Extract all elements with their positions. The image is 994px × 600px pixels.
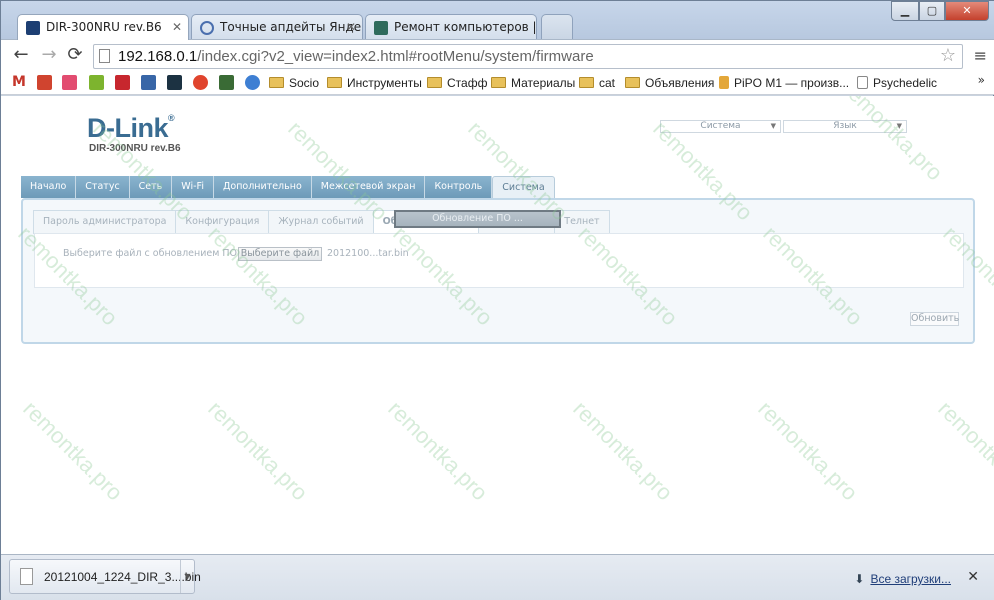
bookmark-socio[interactable]: Socio — [269, 74, 319, 92]
tab-title: Точные апдейты Яндекса — [220, 20, 362, 34]
chevron-down-icon: ▼ — [896, 122, 902, 130]
gmail-icon[interactable]: M — [12, 75, 27, 90]
grid-icon[interactable] — [115, 75, 130, 90]
tab-event-log[interactable]: Журнал событий — [268, 210, 374, 234]
language-select[interactable]: Язык ▼ — [783, 120, 907, 133]
back-arrow-icon[interactable]: ← — [9, 44, 33, 68]
selected-file-name: 2012100...tar.bin — [327, 248, 409, 259]
tab-configuration[interactable]: Конфигурация — [175, 210, 270, 234]
menu-wifi[interactable]: Wi-Fi — [172, 176, 214, 198]
file-label: Выберите файл с обновлением ПО: — [63, 248, 241, 259]
menu-firewall[interactable]: Межсетевой экран — [311, 176, 426, 198]
bookmark-icon[interactable] — [219, 75, 234, 90]
menu-system[interactable]: Система — [492, 176, 555, 198]
page-icon — [99, 49, 110, 63]
tab-remont[interactable]: Ремонт компьютеров | re — [365, 14, 537, 40]
folder-icon — [427, 77, 442, 88]
all-downloads-link[interactable]: ⬇ Все загрузки... — [854, 572, 951, 586]
watermark: remontka.pro — [753, 396, 863, 506]
gear-red-icon[interactable] — [193, 75, 208, 90]
minimize-button[interactable]: ▁ — [891, 1, 919, 21]
system-select[interactable]: Система ▼ — [660, 120, 781, 133]
dlink-favicon-icon — [26, 21, 40, 35]
folder-icon — [269, 77, 284, 88]
downloads-bar: 20121004_1224_DIR_3....bin ▼ ⬇ Все загруз… — [1, 554, 994, 600]
tab-strip: DIR-300NRU rev.B6 ✕ Точные апдейты Яндек… — [1, 1, 994, 40]
reload-icon[interactable]: ⟳ — [63, 44, 87, 68]
bookmark-icon[interactable] — [167, 75, 182, 90]
upload-circle-icon — [200, 21, 214, 35]
chevron-down-icon[interactable]: ▼ — [180, 560, 194, 593]
bookmark-cat[interactable]: cat — [579, 74, 615, 92]
router-model: DIR-300NRU rev.B6 — [89, 143, 181, 154]
close-tab-icon[interactable]: ✕ — [172, 15, 182, 40]
menu-status[interactable]: Статус — [76, 176, 130, 198]
dlink-logo: D-Link® — [87, 113, 175, 143]
update-progress-overlay: Обновление ПО ... — [394, 210, 561, 228]
bookmark-icon[interactable] — [141, 75, 156, 90]
tab-dir300[interactable]: DIR-300NRU rev.B6 ✕ — [17, 14, 189, 40]
close-tab-icon[interactable]: ✕ — [346, 15, 356, 40]
menu-icon[interactable]: ≡ — [974, 46, 987, 65]
update-button[interactable]: Обновить — [910, 312, 959, 326]
watermark: remontka.pro — [18, 396, 128, 506]
folder-icon — [491, 77, 506, 88]
smiley-icon[interactable] — [62, 75, 77, 90]
tab-yandex[interactable]: Точные апдейты Яндекса ✕ — [191, 14, 363, 40]
folder-icon — [579, 77, 594, 88]
file-select-area: Выберите файл с обновлением ПО: Выберите… — [34, 233, 964, 288]
menu-network[interactable]: Сеть — [129, 176, 173, 198]
menu-advanced[interactable]: Дополнительно — [213, 176, 312, 198]
tab-title: DIR-300NRU rev.B6 — [46, 20, 162, 34]
watermark: remontka.pro — [933, 396, 994, 506]
tab-title: Ремонт компьютеров | re — [394, 20, 537, 34]
remontka-favicon-icon — [374, 21, 388, 35]
watermark: remontka.pro — [383, 396, 493, 506]
choose-file-button[interactable]: Выберите файл — [238, 247, 322, 261]
tab-admin-password[interactable]: Пароль администратора — [33, 210, 177, 234]
chevron-down-icon: ▼ — [770, 122, 776, 130]
download-file-name: 20121004_1224_DIR_3....bin — [44, 570, 201, 584]
bookmark-pipo[interactable]: PiPO M1 — произв... — [719, 74, 849, 92]
bookmark-instrumenty[interactable]: Инструменты — [327, 74, 422, 92]
tab-telnet[interactable]: Телнет — [554, 210, 610, 234]
bookmark-staff[interactable]: Стафф — [427, 74, 487, 92]
pencil-icon — [719, 76, 729, 89]
menu-start[interactable]: Начало — [21, 176, 77, 198]
more-bookmarks-button[interactable]: » — [978, 73, 985, 87]
bookmarks-bar: M Socio Инструменты Стафф Материалы cat … — [1, 71, 994, 95]
download-item[interactable]: 20121004_1224_DIR_3....bin ▼ — [9, 559, 201, 594]
maximize-button[interactable]: ▢ — [919, 1, 945, 21]
file-icon — [20, 568, 33, 585]
green-square-icon[interactable] — [89, 75, 104, 90]
bookmark-star-icon[interactable]: ☆ — [940, 45, 956, 66]
main-menu: Начало Статус Сеть Wi-Fi Дополнительно М… — [21, 176, 555, 198]
new-tab-button[interactable] — [541, 14, 573, 40]
download-arrow-icon: ⬇ — [854, 572, 865, 586]
folder-icon — [327, 77, 342, 88]
menu-control[interactable]: Контроль — [425, 176, 493, 198]
forward-arrow-icon[interactable]: → — [37, 44, 61, 68]
close-icon[interactable]: ✕ — [967, 569, 979, 585]
window-controls: ▁ ▢ ✕ — [891, 1, 989, 21]
browser-window: DIR-300NRU rev.B6 ✕ Точные апдейты Яндек… — [0, 0, 994, 600]
watermark: remontka.pro — [838, 96, 948, 186]
bookmark-materialy[interactable]: Материалы — [491, 74, 575, 92]
router-page: D-Link® DIR-300NRU rev.B6 Система ▼ Язык ▼… — [1, 96, 994, 554]
address-bar[interactable]: 192.168.0.1/index.cgi?v2_view=index2.htm… — [93, 44, 963, 69]
globe-icon[interactable] — [245, 75, 260, 90]
bookmark-obyavleniya[interactable]: Объявления — [625, 74, 714, 92]
bookmark-icon[interactable] — [37, 75, 52, 90]
page-icon — [857, 76, 868, 89]
folder-icon — [625, 77, 640, 88]
watermark: remontka.pro — [568, 396, 678, 506]
browser-toolbar: ← → ⟳ 192.168.0.1/index.cgi?v2_view=inde… — [1, 39, 994, 71]
watermark: remontka.pro — [203, 396, 313, 506]
bookmark-psychedelic[interactable]: Psychedelic — [857, 74, 937, 92]
close-window-button[interactable]: ✕ — [945, 1, 989, 21]
url-text: 192.168.0.1/index.cgi?v2_view=index2.htm… — [118, 48, 594, 65]
